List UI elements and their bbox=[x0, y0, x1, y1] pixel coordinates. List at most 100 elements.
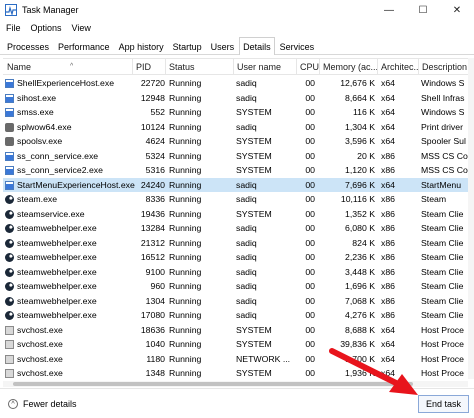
cell-status: Running bbox=[169, 136, 202, 146]
cell-user: sadiq bbox=[236, 295, 257, 306]
cell-cpu: 00 bbox=[305, 281, 315, 291]
cell-pid: 22720 bbox=[140, 78, 165, 88]
table-row[interactable]: steamwebhelper.exe 21312 Running sadiq 00 824… bbox=[3, 236, 474, 251]
fewer-details-label: Fewer details bbox=[23, 399, 77, 409]
cell-name: svchost.exe bbox=[17, 353, 63, 364]
table-row[interactable]: svchost.exe 1180 Running NETWORK ... 00 9,700… bbox=[3, 352, 474, 367]
table-row[interactable]: spoolsv.exe 4624 Running SYSTEM 00 3,596 K x64… bbox=[3, 134, 474, 149]
window-icon bbox=[5, 180, 14, 190]
cell-cpu: 00 bbox=[305, 353, 315, 364]
table-row[interactable]: sihost.exe 12948 Running sadiq 00 8,664 K x64 S… bbox=[3, 91, 474, 106]
tab-details[interactable]: Details bbox=[239, 37, 275, 55]
cell-pid: 18636 bbox=[140, 324, 165, 335]
cell-desc: Steam Clie bbox=[421, 223, 464, 233]
menu-view[interactable]: View bbox=[72, 23, 91, 33]
steam-icon bbox=[5, 311, 14, 320]
cell-mem: 1,304 K bbox=[345, 121, 375, 132]
column-header-pid[interactable]: PID bbox=[132, 59, 165, 75]
cell-name: steamwebhelper.exe bbox=[17, 266, 97, 277]
column-header-memory[interactable]: Memory (ac... bbox=[319, 59, 377, 75]
cell-name: steamwebhelper.exe bbox=[17, 237, 97, 248]
cell-status: Running bbox=[169, 324, 202, 335]
table-row[interactable]: svchost.exe 1040 Running SYSTEM 00 39,836 K x6… bbox=[3, 337, 474, 352]
cell-mem: 3,596 K bbox=[345, 136, 375, 146]
cell-desc: Steam Clie bbox=[421, 208, 464, 219]
table-row[interactable]: splwow64.exe 10124 Running sadiq 00 1,304 K x6… bbox=[3, 120, 474, 135]
column-header-architecture[interactable]: Architec... bbox=[377, 59, 418, 75]
table-row[interactable]: steamwebhelper.exe 17080 Running sadiq 00 4,2… bbox=[3, 308, 474, 323]
table-row[interactable]: ss_conn_service2.exe 5316 Running SYSTEM 00 1… bbox=[3, 163, 474, 178]
cell-arch: x64 bbox=[381, 107, 396, 117]
tab-performance[interactable]: Performance bbox=[54, 38, 114, 54]
cell-desc: Print driver bbox=[421, 121, 463, 132]
cell-desc: Shell Infras bbox=[421, 92, 465, 103]
cell-arch: x86 bbox=[381, 237, 396, 248]
window-title: Task Manager bbox=[22, 5, 79, 15]
table-row[interactable]: steamwebhelper.exe 9100 Running sadiq 00 3,44… bbox=[3, 265, 474, 280]
end-task-button[interactable]: End task bbox=[418, 395, 469, 413]
cell-arch: x64 bbox=[381, 92, 396, 103]
maximize-button[interactable]: ☐ bbox=[406, 0, 440, 20]
cell-name: steamwebhelper.exe bbox=[17, 281, 97, 291]
steam-icon bbox=[5, 296, 14, 306]
cell-mem: 9,700 K bbox=[345, 353, 375, 364]
tab-processes[interactable]: Processes bbox=[3, 38, 53, 54]
cell-mem: 1,120 K bbox=[345, 165, 375, 175]
column-header-description[interactable]: Description bbox=[418, 59, 474, 75]
minimize-button[interactable]: — bbox=[372, 0, 406, 20]
table-row[interactable]: steamwebhelper.exe 13284 Running sadiq 00 6,0… bbox=[3, 221, 474, 236]
cell-name: smss.exe bbox=[17, 107, 54, 117]
vertical-scrollbar[interactable] bbox=[468, 58, 474, 379]
table-row[interactable]: steamwebhelper.exe 960 Running sadiq 00 1,696… bbox=[3, 279, 474, 294]
cell-cpu: 00 bbox=[305, 107, 315, 117]
cell-user: SYSTEM bbox=[236, 150, 272, 161]
table-row[interactable]: svchost.exe 18636 Running SYSTEM 00 8,688 K x6… bbox=[3, 323, 474, 338]
menu-options[interactable]: Options bbox=[31, 23, 62, 33]
tab-startup[interactable]: Startup bbox=[169, 38, 206, 54]
cell-mem: 116 K bbox=[352, 107, 375, 117]
table-row[interactable]: ShellExperienceHost.exe 22720 Running sadiq… bbox=[3, 76, 474, 91]
cell-name: svchost.exe bbox=[17, 339, 63, 349]
details-table[interactable]: Name ^ PID Status User name CPU Memory (… bbox=[3, 58, 474, 379]
cell-user: sadiq bbox=[236, 78, 257, 88]
close-button[interactable]: ✕ bbox=[440, 0, 474, 20]
cell-user: SYSTEM bbox=[236, 324, 272, 335]
steam-icon bbox=[5, 253, 14, 262]
service-icon bbox=[5, 340, 14, 349]
cell-pid: 1348 bbox=[145, 368, 165, 378]
cell-cpu: 00 bbox=[305, 150, 315, 161]
cell-name: splwow64.exe bbox=[17, 121, 72, 132]
table-row[interactable]: ss_conn_service.exe 5324 Running SYSTEM 00 20… bbox=[3, 149, 474, 164]
cell-pid: 552 bbox=[150, 107, 166, 117]
tab-users[interactable]: Users bbox=[207, 38, 239, 54]
cell-status: Running bbox=[169, 194, 202, 204]
cell-cpu: 00 bbox=[305, 194, 315, 204]
tab-services[interactable]: Services bbox=[276, 38, 319, 54]
cell-desc: Windows S bbox=[421, 107, 465, 117]
table-row[interactable]: steamwebhelper.exe 1304 Running sadiq 00 7,06… bbox=[3, 294, 474, 309]
tab-strip: Processes Performance App history Startu… bbox=[0, 37, 474, 55]
horizontal-scrollbar[interactable] bbox=[3, 381, 468, 387]
column-header-cpu[interactable]: CPU bbox=[296, 59, 319, 75]
table-row[interactable]: StartMenuExperienceHost.exe 24240 Running s… bbox=[3, 177, 474, 192]
cell-desc: Host Proce bbox=[421, 353, 464, 364]
column-header-status[interactable]: Status bbox=[165, 59, 233, 75]
cell-desc: MSS CS Co bbox=[421, 165, 468, 175]
fewer-details-toggle[interactable]: ^ Fewer details bbox=[8, 399, 77, 409]
table-row[interactable]: steam.exe 8336 Running sadiq 00 10,116 K x86 St… bbox=[3, 192, 474, 207]
table-row[interactable]: steamservice.exe 19436 Running SYSTEM 00 1,35… bbox=[3, 207, 474, 222]
menu-file[interactable]: File bbox=[6, 23, 21, 33]
cell-mem: 1,696 K bbox=[345, 281, 375, 291]
cell-user: sadiq bbox=[236, 281, 257, 291]
steam-icon bbox=[5, 224, 14, 233]
tab-app-history[interactable]: App history bbox=[115, 38, 168, 54]
column-header-user[interactable]: User name bbox=[233, 59, 296, 75]
cell-mem: 10,116 K bbox=[340, 194, 375, 204]
table-row[interactable]: svchost.exe 1348 Running SYSTEM 00 1,936 K x64… bbox=[3, 366, 474, 379]
cell-status: Running bbox=[169, 339, 202, 349]
sort-up-icon: ^ bbox=[70, 63, 74, 70]
horizontal-scroll-thumb[interactable] bbox=[13, 382, 413, 386]
cell-mem: 7,696 K bbox=[345, 179, 375, 190]
table-row[interactable]: smss.exe 552 Running SYSTEM 00 116 K x64 Window… bbox=[3, 105, 474, 120]
table-row[interactable]: steamwebhelper.exe 16512 Running sadiq 00 2,2… bbox=[3, 250, 474, 265]
